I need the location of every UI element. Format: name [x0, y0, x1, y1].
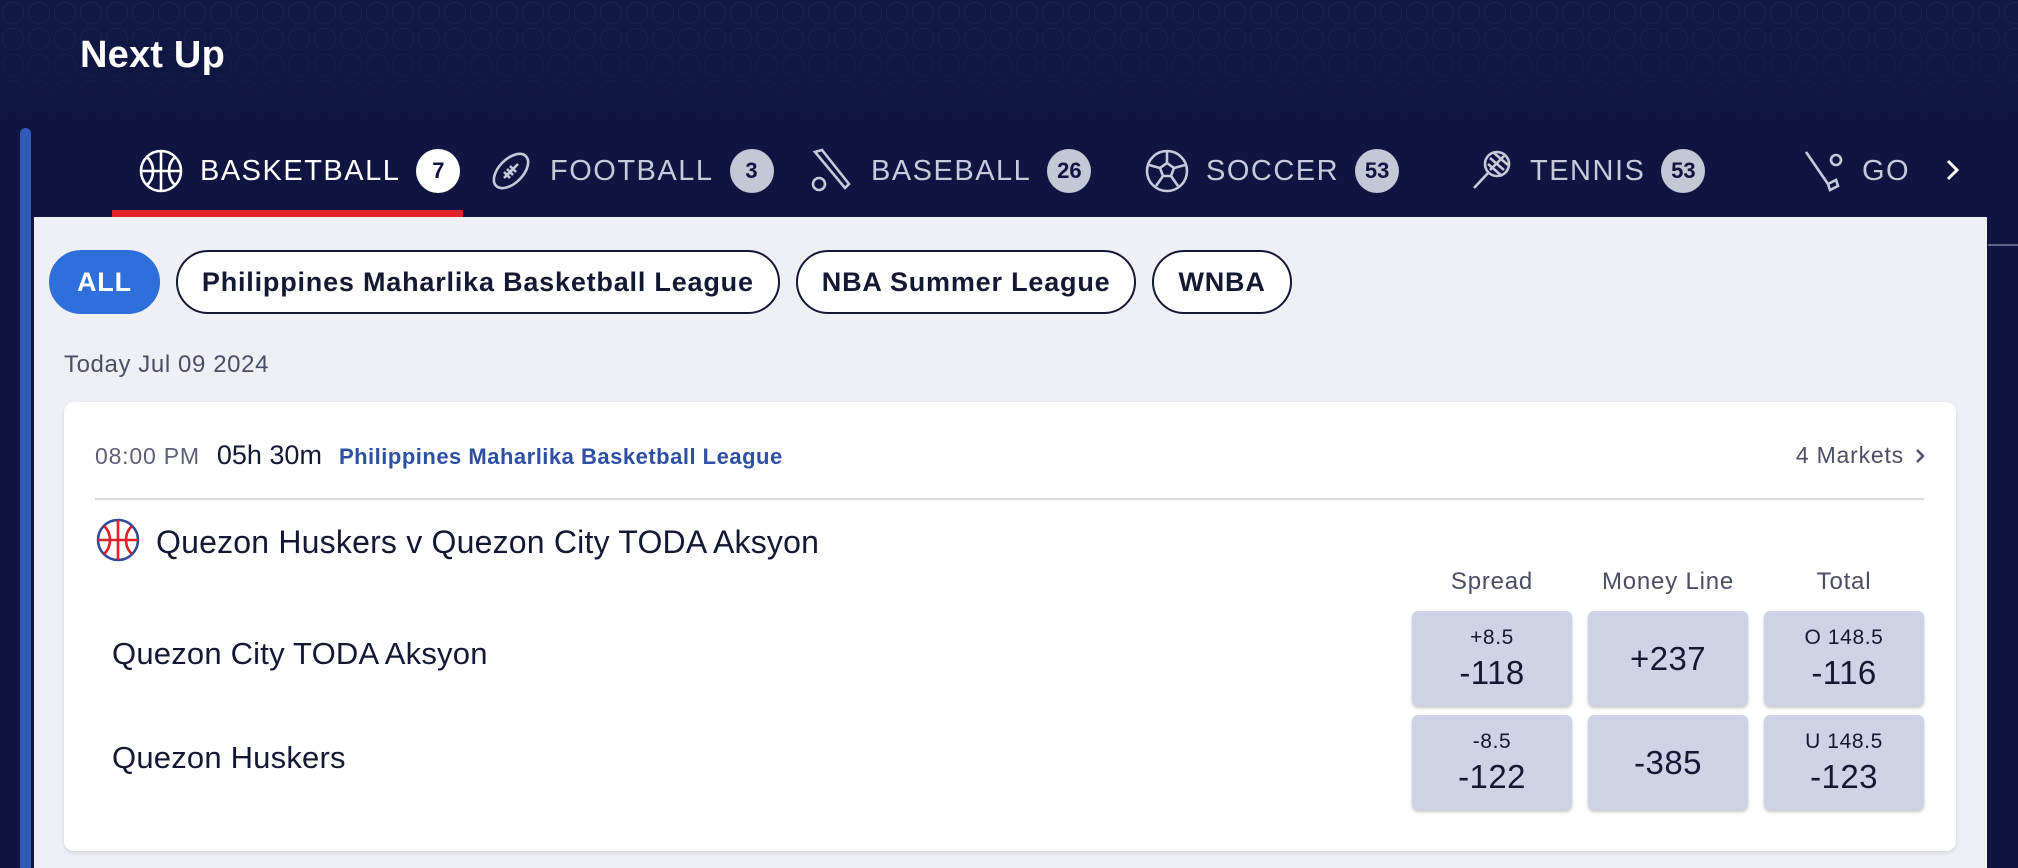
chevron-right-icon	[1916, 448, 1925, 463]
page-title: Next Up	[80, 34, 225, 76]
tab-label: TENNIS	[1530, 154, 1646, 187]
tab-soccer[interactable]: SOCCER 53	[1144, 125, 1400, 217]
golf-icon	[1800, 148, 1846, 194]
baseball-bat-icon	[809, 148, 855, 194]
events-panel: ALL Philippines Maharlika Basketball Lea…	[34, 217, 1987, 868]
odds-price: -118	[1459, 653, 1525, 691]
column-header-total: Total	[1816, 568, 1872, 595]
tab-count-badge: 26	[1047, 149, 1092, 193]
odds-line: U 148.5	[1805, 729, 1883, 753]
event-title[interactable]: Quezon Huskers v Quezon City TODA Aksyon	[156, 524, 819, 561]
tab-golf[interactable]: GO	[1800, 125, 1910, 217]
odds-price: -116	[1811, 653, 1877, 691]
odds-price: -385	[1634, 743, 1702, 781]
odds-button-total[interactable]: O 148.5 -116	[1764, 611, 1924, 706]
header-background-fade	[0, 0, 2018, 125]
card-divider	[95, 498, 1924, 500]
event-card: 08:00 PM 05h 30m Philippines Maharlika B…	[64, 402, 1956, 851]
tab-label: BASKETBALL	[200, 154, 401, 187]
active-tab-indicator	[112, 210, 463, 217]
football-icon	[488, 148, 534, 194]
soccer-ball-icon	[1144, 148, 1190, 194]
team-name-home: Quezon City TODA Aksyon	[112, 636, 488, 671]
tab-count-badge: 3	[729, 149, 774, 193]
event-league-link[interactable]: Philippines Maharlika Basketball League	[339, 444, 783, 470]
filter-chip-all[interactable]: ALL	[49, 250, 160, 314]
basketball-icon	[138, 148, 184, 194]
event-countdown: 05h 30m	[216, 440, 322, 470]
odds-button-spread[interactable]: +8.5 -118	[1412, 611, 1572, 706]
tab-label: FOOTBALL	[550, 154, 714, 187]
league-filter-chips: ALL Philippines Maharlika Basketball Lea…	[49, 250, 1308, 314]
left-accent-bar	[20, 128, 31, 868]
filter-chip-nba-summer-league[interactable]: NBA Summer League	[795, 250, 1137, 314]
tab-label: GO	[1862, 154, 1911, 187]
tab-count-badge: 53	[1661, 149, 1706, 193]
team-name-away: Quezon Huskers	[112, 740, 346, 775]
tabs-scroll-right-button[interactable]	[1932, 150, 1972, 190]
tab-label: BASEBALL	[871, 154, 1032, 187]
event-time: 08:00 PM	[95, 443, 200, 469]
odds-price: +237	[1630, 639, 1706, 677]
column-header-spread: Spread	[1450, 568, 1534, 595]
filter-chip-wnba[interactable]: WNBA	[1152, 250, 1292, 314]
odds-price: -123	[1810, 757, 1878, 795]
markets-link[interactable]: 4 Markets	[1796, 442, 1926, 469]
tab-count-badge: 53	[1355, 149, 1400, 193]
odds-price: -122	[1458, 757, 1526, 795]
odds-button-spread[interactable]: -8.5 -122	[1412, 715, 1572, 810]
event-meta: 08:00 PM 05h 30m Philippines Maharlika B…	[95, 440, 783, 471]
tab-football[interactable]: FOOTBALL 3	[488, 125, 774, 217]
odds-line: +8.5	[1470, 625, 1514, 649]
filter-chip-pmbl[interactable]: Philippines Maharlika Basketball League	[175, 250, 780, 314]
basketball-icon	[95, 517, 141, 568]
tab-label: SOCCER	[1206, 154, 1340, 187]
tab-tennis[interactable]: TENNIS 53	[1468, 125, 1706, 217]
divider	[1988, 244, 2018, 246]
markets-label: 4 Markets	[1795, 442, 1904, 468]
tab-baseball[interactable]: BASEBALL 26	[809, 125, 1092, 217]
tennis-racket-icon	[1468, 148, 1514, 194]
tab-count-badge: 7	[416, 149, 461, 193]
odds-line: O 148.5	[1804, 625, 1884, 649]
odds-button-total[interactable]: U 148.5 -123	[1764, 715, 1924, 810]
tab-basketball[interactable]: BASKETBALL 7	[138, 125, 461, 217]
date-heading: Today Jul 09 2024	[64, 351, 270, 378]
odds-button-moneyline[interactable]: +237	[1588, 611, 1748, 706]
event-header: Quezon Huskers v Quezon City TODA Aksyon	[95, 517, 819, 568]
odds-button-moneyline[interactable]: -385	[1588, 715, 1748, 810]
chevron-right-icon	[1946, 159, 1960, 181]
column-header-money-line: Money Line	[1601, 568, 1735, 595]
odds-line: -8.5	[1472, 729, 1512, 753]
sport-tabs: BASKETBALL 7 FOOTBALL 3 BASEBALL 26 SOCC…	[34, 125, 2018, 217]
